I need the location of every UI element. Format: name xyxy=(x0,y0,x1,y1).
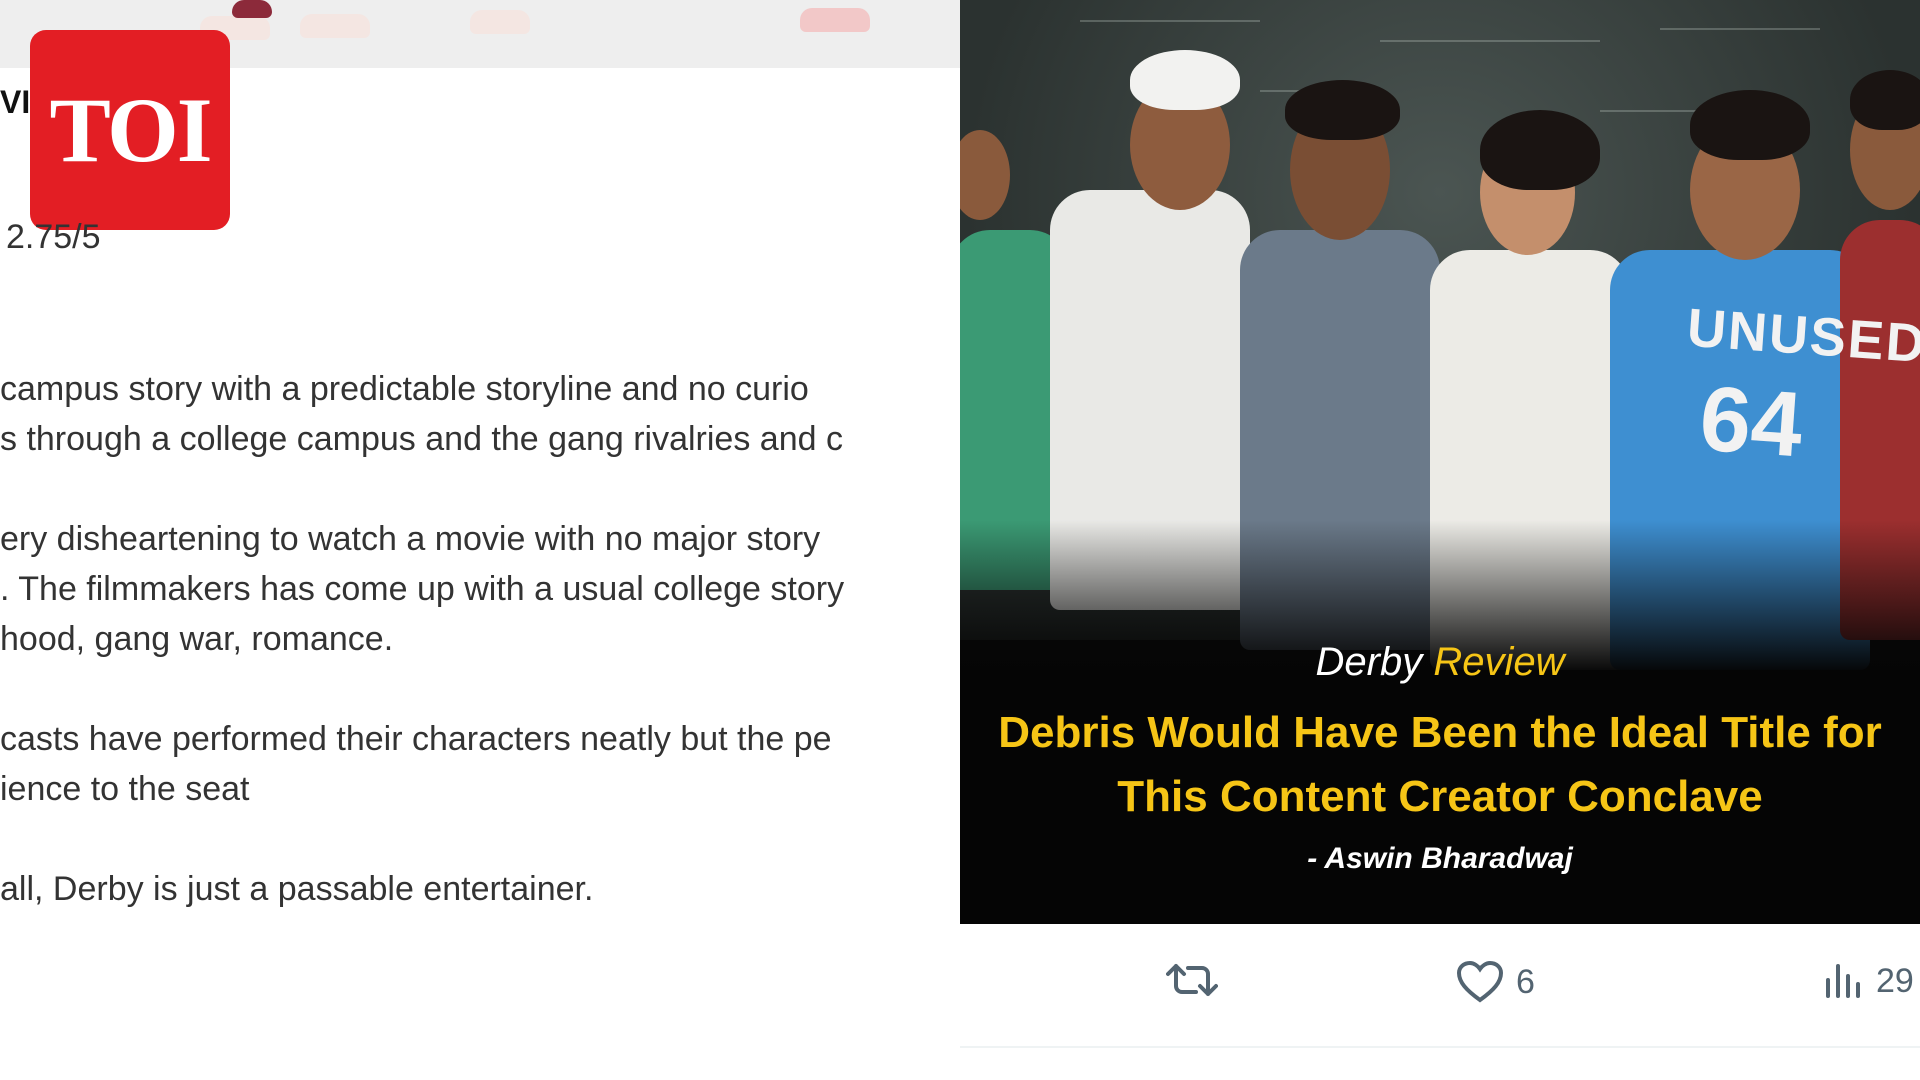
heading-subtitle: Review xyxy=(1433,640,1565,684)
retweet-icon xyxy=(1166,964,1218,996)
rating-text: 2.75/5 xyxy=(6,218,101,256)
quote-line: This Content Creator Conclave xyxy=(1117,772,1763,821)
quote-line: Debris Would Have Been the Ideal Title f… xyxy=(998,708,1882,757)
review-line: ery disheartening to watch a movie with … xyxy=(0,520,821,558)
divider xyxy=(960,1046,1920,1048)
review-poster[interactable]: UNUSED 64 Derby Review Debris Would Have… xyxy=(960,0,1920,924)
chalk-mark xyxy=(1380,40,1600,42)
poster-heading: Derby Review xyxy=(960,640,1920,685)
heart-icon xyxy=(1456,960,1504,1003)
review-line: casts have performed their characters ne… xyxy=(0,720,832,758)
chalk-mark xyxy=(1660,28,1820,30)
logo-text: TOI xyxy=(49,79,212,181)
review-line: s through a college campus and the gang … xyxy=(0,420,843,458)
shoe xyxy=(470,10,530,34)
review-line: all, Derby is just a passable entertaine… xyxy=(0,870,594,908)
views-count: 29 xyxy=(1876,961,1914,1000)
section-label: VI xyxy=(0,84,31,120)
heading-title: Derby xyxy=(1315,640,1423,684)
shoe xyxy=(800,8,870,32)
tweet-actions: 6 29 xyxy=(960,924,1920,1044)
shoe xyxy=(300,14,370,38)
review-line: hood, gang war, romance. xyxy=(0,620,394,658)
review-text-panel: VI TOI 2.75/5 campus story with a predic… xyxy=(0,0,960,1080)
cap xyxy=(1130,50,1240,110)
chalk-mark xyxy=(1080,20,1260,22)
like-button[interactable]: 6 xyxy=(1456,960,1535,1004)
retweet-button[interactable] xyxy=(1166,960,1218,1000)
review-line: . The filmmakers has come up with a usua… xyxy=(0,570,845,608)
tweet-panel: UNUSED 64 Derby Review Debris Would Have… xyxy=(960,0,1920,1080)
review-line: campus story with a predictable storylin… xyxy=(0,370,809,408)
toi-logo: TOI xyxy=(30,30,230,230)
review-line: ience to the seat xyxy=(0,770,250,808)
shoe xyxy=(232,0,272,18)
like-count: 6 xyxy=(1516,962,1535,1001)
views-button[interactable]: 29 xyxy=(1822,960,1914,1002)
quote-author: - Aswin Bharadwaj xyxy=(1307,842,1573,875)
bar-chart-icon xyxy=(1826,964,1860,998)
jersey-number: 64 xyxy=(1696,367,1806,477)
